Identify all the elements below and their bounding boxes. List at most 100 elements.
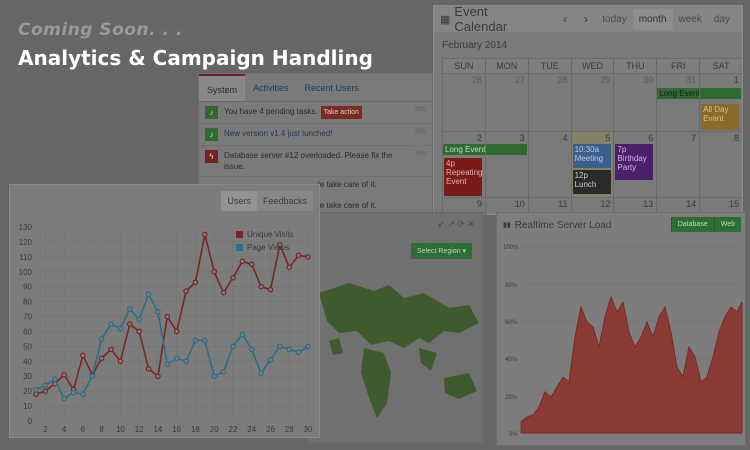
tab-activities[interactable]: Activities — [245, 74, 297, 101]
data-point — [155, 309, 161, 315]
calendar-event[interactable]: 7p Birthday Party — [615, 144, 654, 180]
hero-title: Analytics & Campaign Handling — [18, 46, 373, 70]
calendar-day[interactable]: 8 — [699, 132, 742, 197]
x-tick-label: 20 — [210, 425, 219, 434]
calendar-day[interactable]: 31 Long Event — [656, 74, 742, 131]
x-tick-label: 2 — [43, 425, 48, 434]
server-load-title: Realtime Server Load — [514, 219, 612, 231]
web-button[interactable]: Web — [713, 217, 741, 232]
server-y-tick: 40% — [505, 357, 518, 363]
data-point — [80, 391, 86, 397]
server-y-tick: 60% — [505, 320, 518, 326]
data-point — [164, 313, 171, 320]
x-tick-label: 4 — [62, 425, 67, 434]
y-tick-label: 90 — [23, 283, 32, 292]
y-tick-label: 70 — [23, 313, 32, 322]
data-point — [136, 328, 142, 335]
prev-month-button[interactable]: ‹ — [555, 12, 576, 26]
calendar-day[interactable]: 7 — [656, 132, 699, 197]
task-link[interactable]: New version v1.4 just lunched! — [224, 128, 411, 139]
bolt-icon: ϟ — [205, 150, 218, 163]
data-point — [126, 321, 133, 327]
data-point — [230, 274, 236, 281]
tasks-tabs: System Activities Recent Users — [199, 74, 432, 102]
data-point — [220, 368, 227, 375]
task-item: ϟ Database server #12 overloaded. Please… — [199, 146, 432, 177]
server-load-panel: ▮▮ Realtime Server Load Database Web 100… — [496, 212, 746, 446]
task-text-partial: le take care of it. — [318, 180, 377, 189]
view-today-button[interactable]: today — [596, 9, 632, 30]
data-point — [117, 325, 124, 332]
data-point — [89, 373, 96, 380]
weekday-label: MON — [484, 59, 528, 73]
take-action-button[interactable]: Take action — [320, 106, 362, 119]
tab-recent-users[interactable]: Recent Users — [297, 74, 368, 101]
next-month-button[interactable]: › — [576, 12, 597, 26]
event-calendar: ▦ Event Calendar ‹ › today month week da… — [433, 4, 743, 216]
calendar-view-switch: today month week day — [596, 8, 736, 30]
legend-label: Unique Visits — [247, 230, 294, 239]
data-point — [239, 258, 246, 265]
y-tick-label: 60 — [23, 327, 32, 336]
calendar-day[interactable]: 6 7p Birthday Party — [613, 132, 656, 197]
data-point — [258, 283, 264, 290]
y-tick-label: 130 — [19, 223, 33, 232]
view-day-button[interactable]: day — [708, 9, 736, 30]
calendar-day[interactable]: 28 — [527, 74, 571, 131]
data-point — [286, 264, 293, 271]
server-y-tick: 100% — [503, 245, 519, 251]
calendar-week: 2 Long Event 4p Repeating Event 3 4 5 10… — [442, 132, 742, 198]
y-tick-label: 30 — [23, 372, 32, 381]
calendar-week: 26 27 28 29 30 31 Long Event 1 All Day E… — [442, 74, 742, 132]
data-point — [33, 386, 39, 393]
data-point — [164, 361, 171, 368]
calendar-event[interactable]: All Day Event — [701, 104, 740, 130]
y-tick-label: 50 — [23, 342, 32, 351]
weekday-label: SUN — [442, 59, 485, 73]
database-button[interactable]: Database — [670, 217, 714, 232]
calendar-weekday-header: SUN MON TUE WED THU FRI SAT — [442, 58, 742, 74]
view-week-button[interactable]: week — [673, 9, 708, 30]
data-point — [108, 346, 114, 353]
data-point — [136, 316, 142, 323]
data-point — [305, 343, 311, 350]
calendar-day[interactable]: 3 — [484, 132, 528, 197]
calendar-header: ▦ Event Calendar ‹ › today month week da… — [434, 4, 742, 34]
data-point — [267, 286, 274, 293]
y-tick-label: 80 — [23, 298, 32, 307]
calendar-month-label: February 2014 — [442, 40, 508, 51]
view-month-button[interactable]: month — [632, 8, 673, 30]
hero-banner: ▦ Event Calendar ‹ › today month week da… — [0, 0, 750, 450]
data-point — [98, 355, 105, 362]
y-tick-label: 20 — [23, 387, 32, 396]
task-item: ♪ You have 4 pending tasks. Take action 3… — [199, 102, 432, 124]
calendar-grid: SUN MON TUE WED THU FRI SAT 26 27 28 29 … — [442, 58, 742, 216]
calendar-day-today[interactable]: 5 10:30a Meeting 12p Lunch — [570, 132, 614, 197]
calendar-day[interactable]: 30 — [613, 74, 656, 131]
tab-system[interactable]: System — [199, 74, 246, 101]
calendar-event[interactable]: 10:30a Meeting — [572, 144, 611, 168]
data-point — [192, 337, 199, 344]
world-map — [319, 283, 479, 418]
y-tick-label: 10 — [23, 402, 32, 411]
task-time: 25s — [414, 128, 426, 135]
calendar-day[interactable]: 29 — [570, 74, 614, 131]
calendar-day[interactable]: 4 — [527, 132, 571, 197]
x-tick-label: 14 — [153, 425, 162, 434]
calendar-day[interactable]: 26 — [442, 74, 485, 131]
data-point — [173, 328, 180, 335]
calendar-day[interactable]: 27 — [484, 74, 528, 131]
data-point — [80, 352, 86, 359]
calendar-icon: ▦ — [440, 13, 451, 26]
server-y-tick: 80% — [505, 283, 518, 289]
data-point — [173, 355, 180, 362]
task-text: You have 4 pending tasks. — [224, 107, 318, 116]
data-point — [211, 268, 218, 275]
y-tick-label: 120 — [19, 238, 33, 247]
calendar-day[interactable]: 2 Long Event 4p Repeating Event — [442, 132, 527, 197]
calendar-event[interactable]: 4p Repeating Event — [444, 158, 482, 196]
calendar-event[interactable]: 12p Lunch — [572, 170, 611, 194]
data-point — [239, 331, 246, 338]
data-point — [108, 321, 114, 327]
calendar-day[interactable]: 1 All Day Event — [699, 74, 742, 131]
